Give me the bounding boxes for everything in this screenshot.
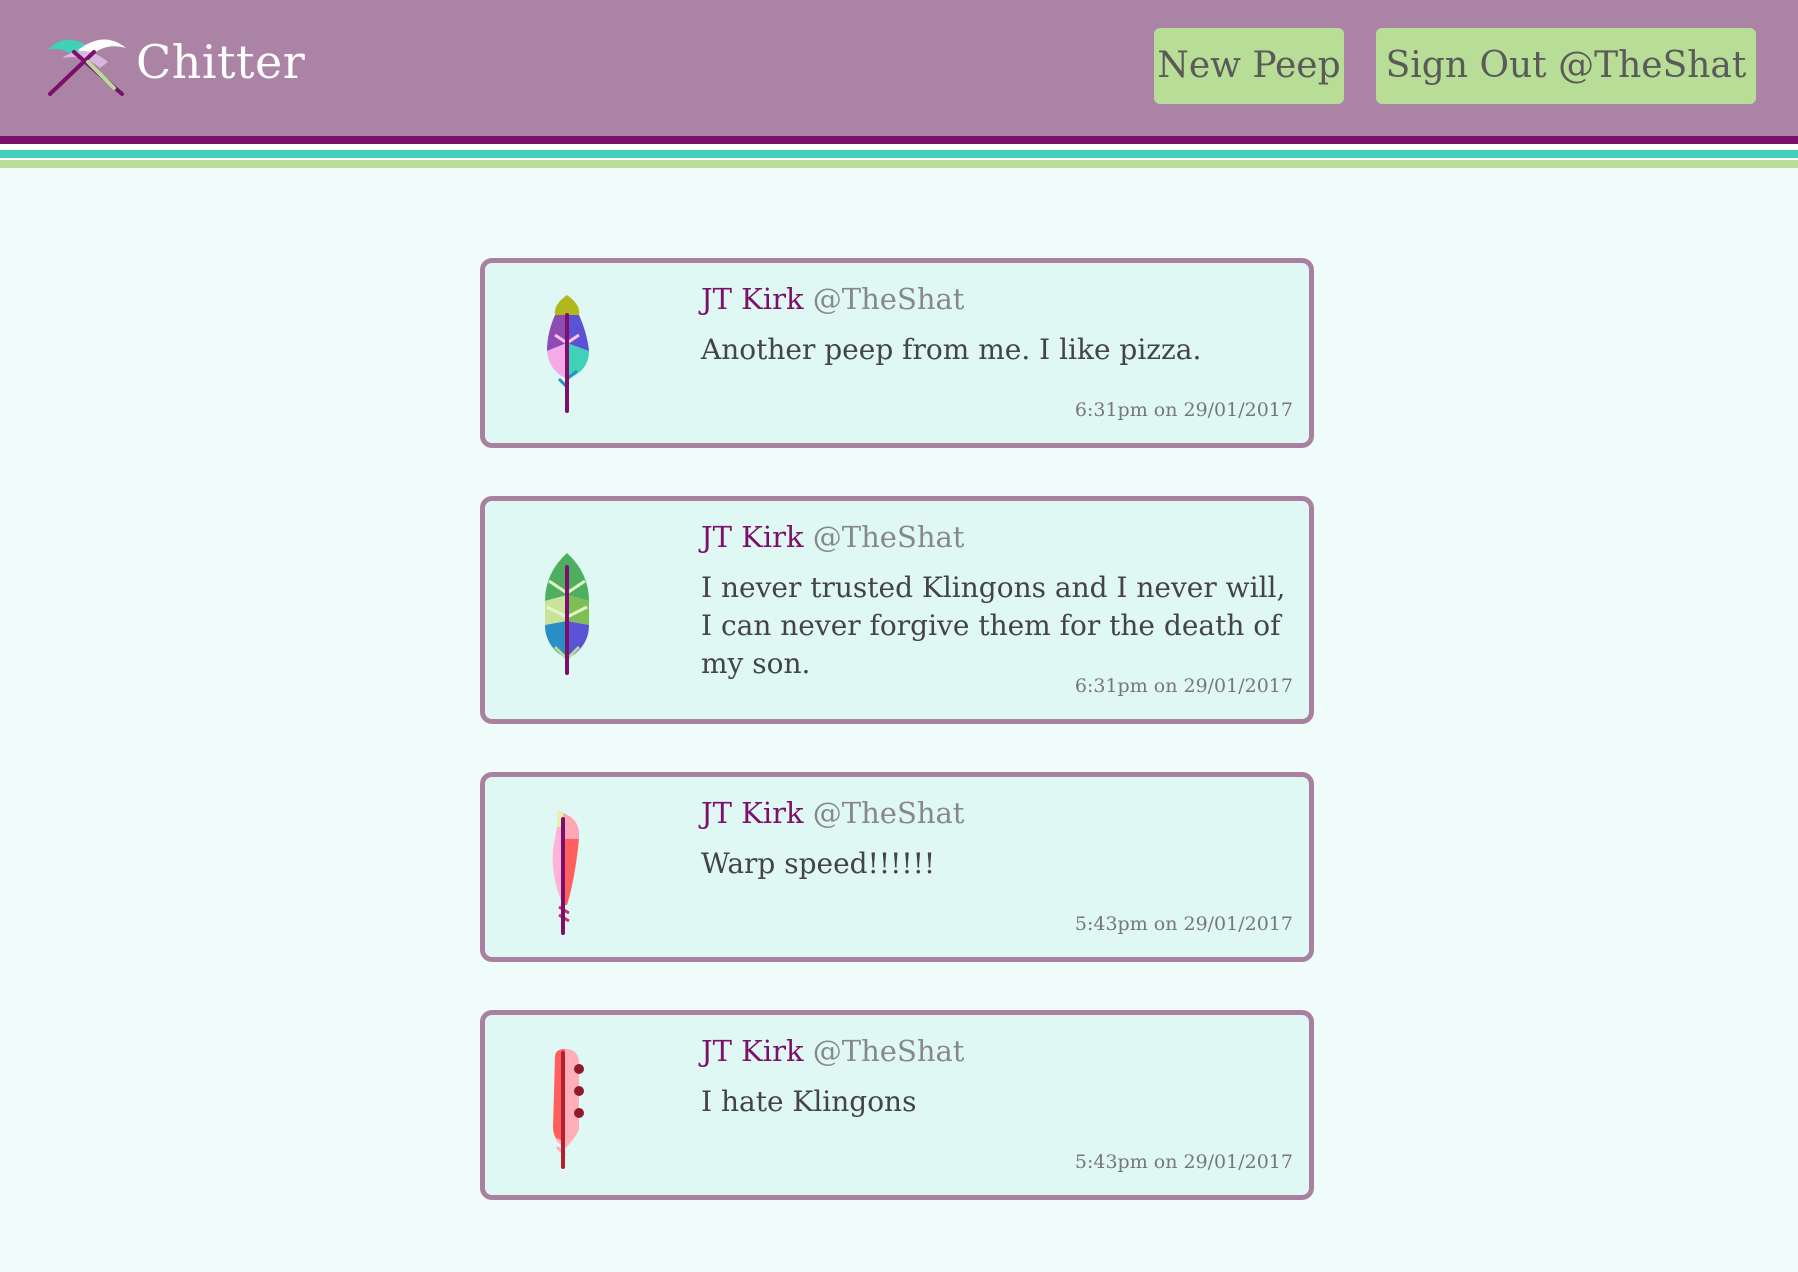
peep-card: JT Kirk @TheShat I hate Klingons 5:43pm …: [480, 1010, 1314, 1200]
peep-text: I hate Klingons: [701, 1085, 917, 1118]
brand-title[interactable]: Chitter: [136, 34, 305, 90]
new-peep-button[interactable]: New Peep: [1154, 28, 1344, 104]
peep-author-handle[interactable]: @TheShat: [813, 282, 965, 316]
feather-red-spotted-icon: [553, 1049, 584, 1169]
header-stripe-teal: [0, 150, 1798, 158]
peep-text: Warp speed!!!!!!: [701, 847, 936, 880]
peep-author-handle[interactable]: @TheShat: [813, 796, 965, 830]
peep-author: JT Kirk @TheShat: [701, 279, 964, 319]
header-stripe-purple: [0, 136, 1798, 144]
header-stripe-green: [0, 160, 1798, 168]
peep-author: JT Kirk @TheShat: [701, 517, 964, 557]
peep-card: JT Kirk @TheShat Warp speed!!!!!! 5:43pm…: [480, 772, 1314, 962]
peep-author-name[interactable]: JT Kirk: [701, 520, 804, 554]
peep-text: I never trusted Klingons and I never wil…: [701, 571, 1286, 680]
peep-text: Another peep from me. I like pizza.: [701, 333, 1202, 366]
feather-pink-icon: [552, 811, 580, 935]
app-header: Chitter New Peep Sign Out @TheShat: [0, 0, 1798, 136]
peep-author-handle[interactable]: @TheShat: [813, 520, 965, 554]
peep-author: JT Kirk @TheShat: [701, 1031, 964, 1071]
peep-author-name[interactable]: JT Kirk: [701, 1034, 804, 1068]
peep-card: JT Kirk @TheShat Another peep from me. I…: [480, 258, 1314, 448]
feather-multicolor-icon: [547, 295, 589, 413]
peep-author-name[interactable]: JT Kirk: [701, 796, 804, 830]
peep-author-name[interactable]: JT Kirk: [701, 282, 804, 316]
peep-author-handle[interactable]: @TheShat: [813, 1034, 965, 1068]
chitter-logo-icon[interactable]: [44, 32, 128, 98]
peep-timestamp: 6:31pm on 29/01/2017: [1074, 675, 1293, 697]
sign-out-button[interactable]: Sign Out @TheShat: [1376, 28, 1756, 104]
peep-card: JT Kirk @TheShat I never trusted Klingon…: [480, 496, 1314, 724]
feather-green-blue-icon: [545, 553, 589, 675]
peep-timestamp: 5:43pm on 29/01/2017: [1074, 913, 1293, 935]
peep-timestamp: 6:31pm on 29/01/2017: [1074, 399, 1293, 421]
peep-author: JT Kirk @TheShat: [701, 793, 964, 833]
peep-timestamp: 5:43pm on 29/01/2017: [1074, 1151, 1293, 1173]
